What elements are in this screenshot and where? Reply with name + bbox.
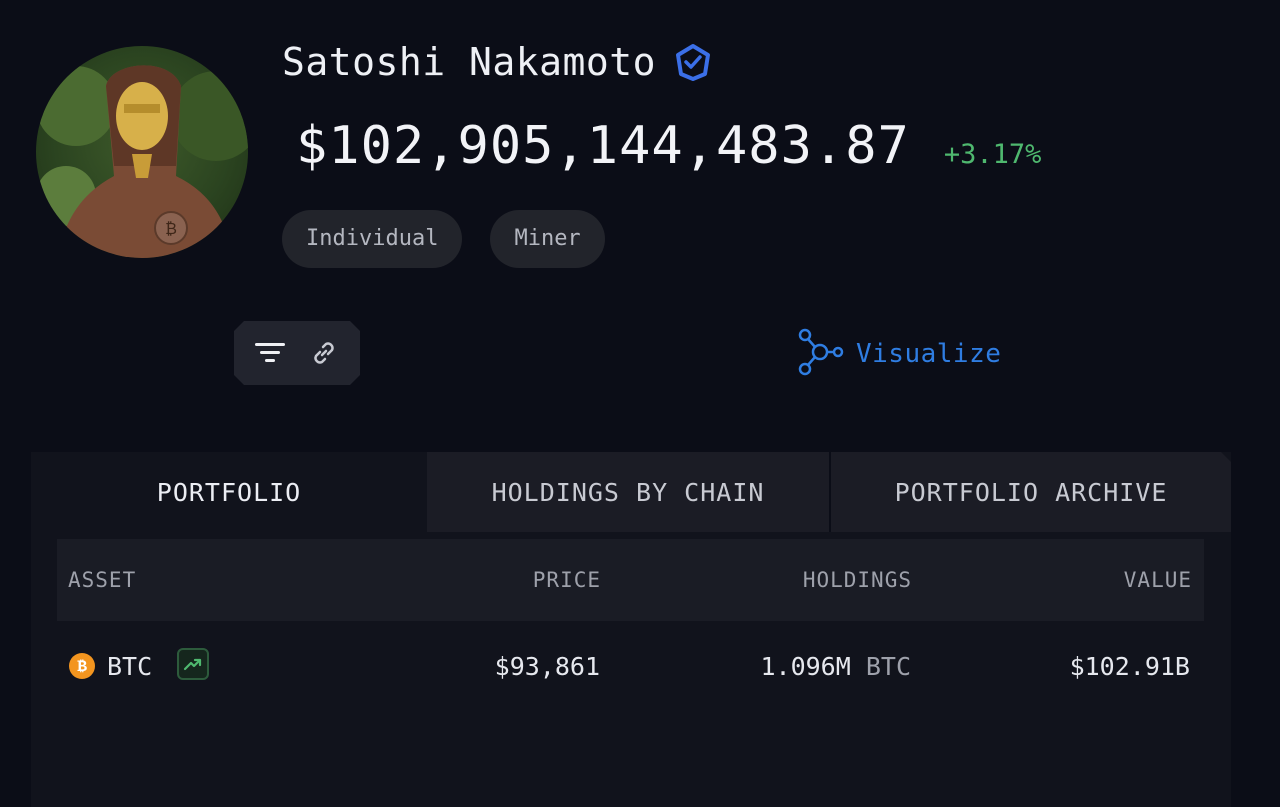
trending-up-icon[interactable] bbox=[177, 648, 209, 680]
visualize-label: Visualize bbox=[856, 339, 1002, 369]
profile-avatar: ₿ bbox=[36, 46, 248, 258]
asset-holdings: 1.096M BTC bbox=[760, 652, 911, 681]
profile-name: Satoshi Nakamoto bbox=[282, 40, 657, 84]
column-asset[interactable]: ASSET bbox=[68, 568, 136, 592]
tag-individual[interactable]: Individual bbox=[282, 210, 463, 268]
filter-icon[interactable] bbox=[250, 333, 290, 373]
profile-tags: Individual Miner bbox=[282, 210, 633, 268]
verified-badge-icon bbox=[674, 43, 712, 81]
tab-portfolio-archive[interactable]: PORTFOLIO ARCHIVE bbox=[831, 452, 1231, 532]
wallet-profile-page: ₿ Satoshi Nakamoto $102,905,144,483.87 +… bbox=[0, 0, 1280, 807]
asset-symbol: BTC bbox=[107, 652, 153, 681]
balance-row: $102,905,144,483.87 +3.17% bbox=[296, 116, 1041, 176]
column-price[interactable]: PRICE bbox=[533, 568, 601, 592]
link-icon[interactable] bbox=[304, 333, 344, 373]
holdings-unit: BTC bbox=[865, 652, 911, 681]
bitcoin-icon: ₿ bbox=[69, 653, 95, 679]
tag-miner[interactable]: Miner bbox=[490, 210, 605, 268]
profile-name-row: Satoshi Nakamoto bbox=[282, 40, 712, 84]
total-balance: $102,905,144,483.87 bbox=[296, 116, 910, 176]
toolbar bbox=[234, 321, 360, 385]
asset-price: $93,861 bbox=[494, 652, 600, 681]
balance-change: +3.17% bbox=[943, 139, 1042, 170]
visualize-button[interactable]: Visualize bbox=[796, 328, 1001, 380]
table-row[interactable]: ₿ BTC $93,861 1.096M BTC $102.91B bbox=[57, 630, 1204, 702]
tab-holdings-by-chain[interactable]: HOLDINGS BY CHAIN bbox=[427, 452, 831, 532]
table-header: ASSET PRICE HOLDINGS VALUE bbox=[57, 539, 1204, 621]
column-value[interactable]: VALUE bbox=[1124, 568, 1192, 592]
svg-text:₿: ₿ bbox=[165, 219, 177, 238]
column-holdings[interactable]: HOLDINGS bbox=[803, 568, 912, 592]
asset-value: $102.91B bbox=[1069, 652, 1190, 681]
holdings-amount: 1.096M bbox=[760, 652, 851, 681]
portfolio-tabs: PORTFOLIO HOLDINGS BY CHAIN PORTFOLIO AR… bbox=[31, 452, 1231, 532]
tab-portfolio[interactable]: PORTFOLIO bbox=[31, 452, 427, 532]
graph-nodes-icon bbox=[796, 328, 844, 380]
